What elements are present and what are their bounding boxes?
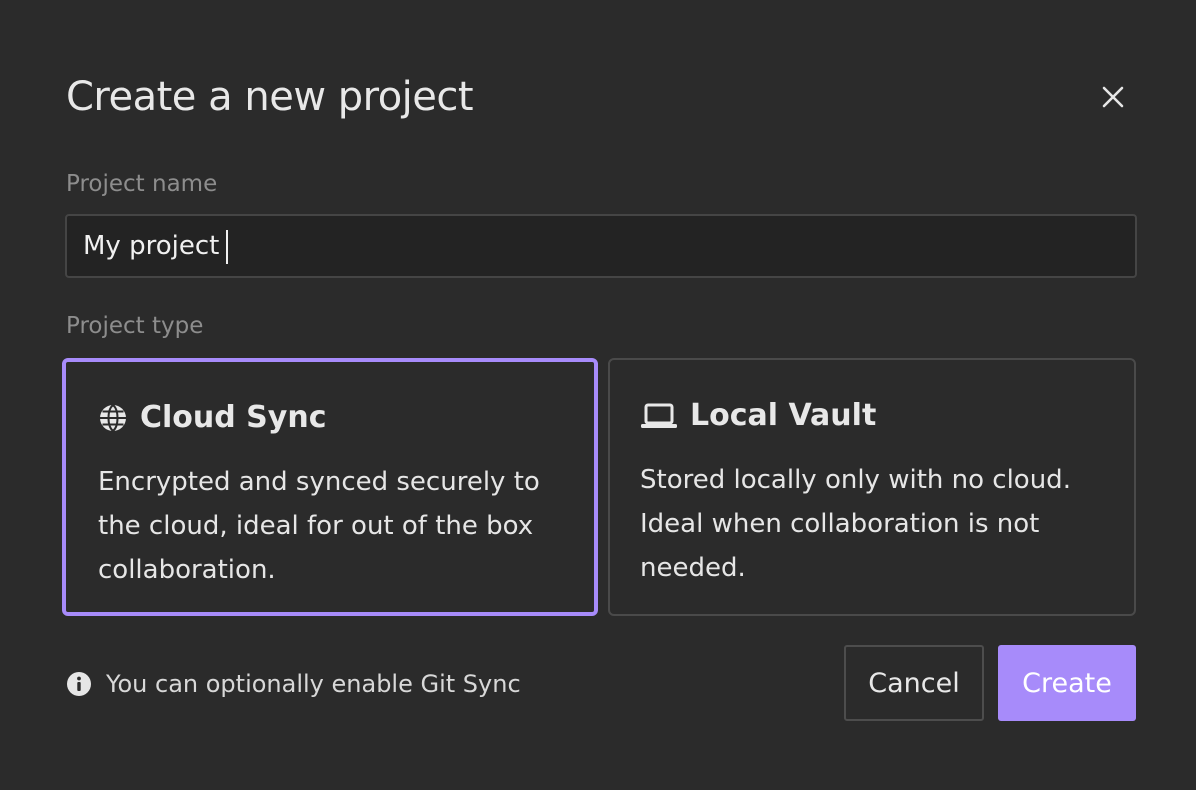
project-type-local-vault-option[interactable]: Local Vault Stored locally only with no … — [608, 358, 1136, 616]
globe-icon — [98, 403, 128, 433]
create-button[interactable]: Create — [998, 645, 1136, 721]
project-type-cloud-sync-option[interactable]: Cloud Sync Encrypted and synced securely… — [62, 358, 598, 616]
cloud-sync-header: Cloud Sync — [98, 398, 327, 438]
close-icon — [1102, 86, 1124, 108]
text-caret — [226, 230, 228, 264]
laptop-icon — [640, 401, 678, 431]
local-vault-title: Local Vault — [690, 398, 877, 433]
project-type-label: Project type — [66, 313, 204, 339]
cloud-sync-title: Cloud Sync — [140, 400, 327, 435]
project-name-label: Project name — [66, 171, 218, 197]
create-project-dialog: Create a new project Project name Projec… — [0, 0, 1196, 790]
close-button[interactable] — [1092, 76, 1134, 118]
local-vault-description: Stored locally only with no cloud. Ideal… — [640, 465, 1071, 583]
cloud-sync-description: Encrypted and synced securely to the clo… — [98, 467, 540, 585]
git-sync-hint: You can optionally enable Git Sync — [66, 666, 521, 702]
local-vault-header: Local Vault — [640, 396, 876, 436]
info-icon — [67, 672, 91, 696]
dialog-title: Create a new project — [66, 74, 474, 120]
cancel-button[interactable]: Cancel — [844, 645, 984, 721]
hint-text: You can optionally enable Git Sync — [106, 670, 521, 698]
